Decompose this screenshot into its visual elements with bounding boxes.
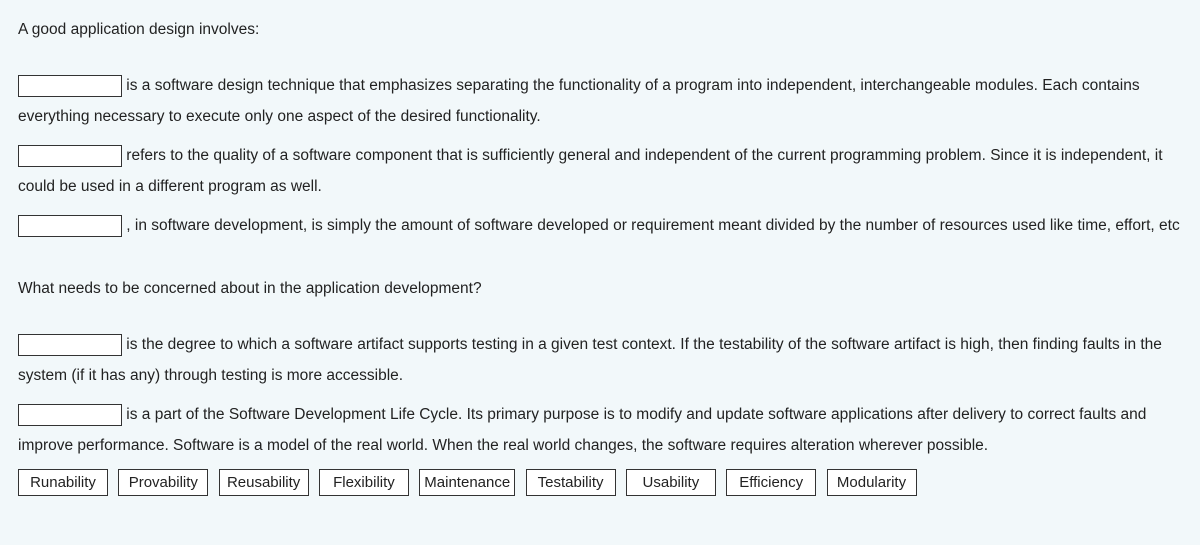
word-option-flexibility[interactable]: Flexibility	[319, 469, 409, 496]
paragraph-5: is a part of the Software Development Li…	[18, 399, 1182, 461]
blank-input-4[interactable]	[18, 334, 122, 356]
paragraph-4-text: is the degree to which a software artifa…	[18, 336, 1162, 384]
word-bank: Runability Provability Reusability Flexi…	[18, 469, 1182, 502]
word-option-modularity[interactable]: Modularity	[827, 469, 917, 496]
word-option-efficiency[interactable]: Efficiency	[726, 469, 816, 496]
word-option-provability[interactable]: Provability	[118, 469, 208, 496]
paragraph-4: is the degree to which a software artifa…	[18, 329, 1182, 391]
paragraph-1-text: is a software design technique that emph…	[18, 77, 1140, 125]
heading-design-involves: A good application design involves:	[18, 18, 1182, 42]
paragraph-2-text: refers to the quality of a software comp…	[18, 147, 1163, 195]
blank-input-2[interactable]	[18, 145, 122, 167]
word-option-runability[interactable]: Runability	[18, 469, 108, 496]
heading-concerns: What needs to be concerned about in the …	[18, 277, 1182, 301]
blank-input-5[interactable]	[18, 404, 122, 426]
word-option-testability[interactable]: Testability	[526, 469, 616, 496]
word-option-maintenance[interactable]: Maintenance	[419, 469, 515, 496]
blank-input-3[interactable]	[18, 215, 122, 237]
paragraph-3-text: , in software development, is simply the…	[122, 217, 1180, 234]
paragraph-2: refers to the quality of a software comp…	[18, 140, 1182, 202]
paragraph-1: is a software design technique that emph…	[18, 70, 1182, 132]
blank-input-1[interactable]	[18, 75, 122, 97]
paragraph-5-text: is a part of the Software Development Li…	[18, 406, 1146, 454]
paragraph-3: , in software development, is simply the…	[18, 210, 1182, 241]
word-option-reusability[interactable]: Reusability	[219, 469, 309, 496]
word-option-usability[interactable]: Usability	[626, 469, 716, 496]
